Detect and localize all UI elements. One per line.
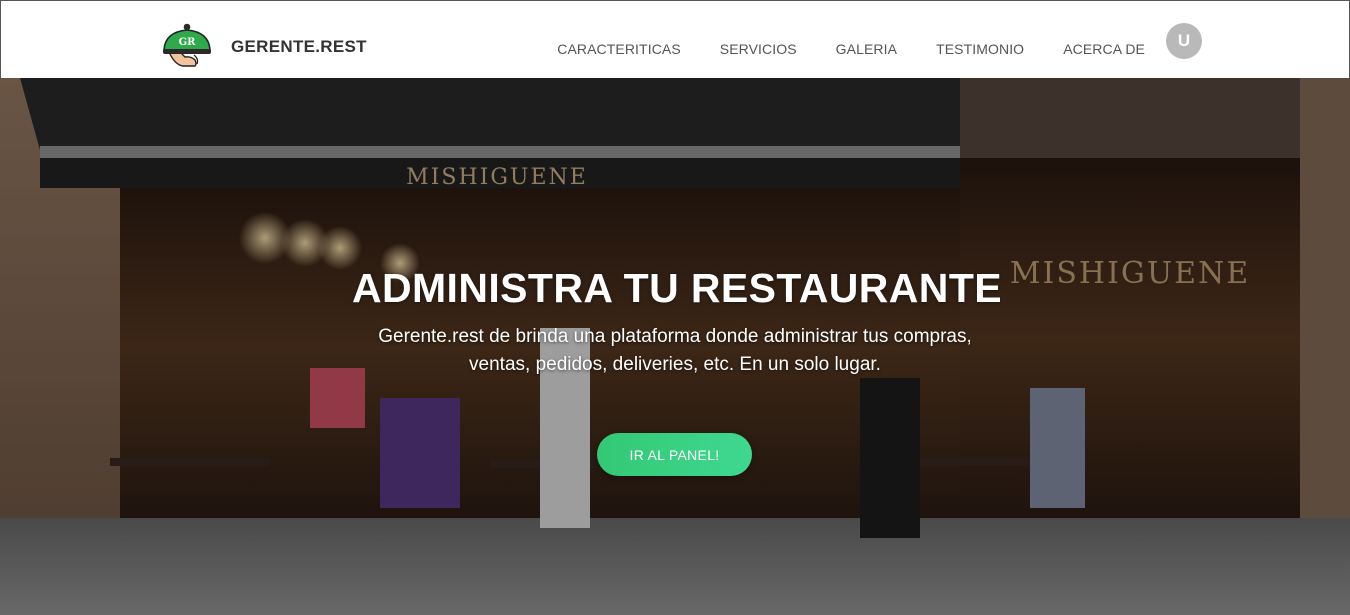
- hero-subtitle: Gerente.rest de brinda una plataforma do…: [378, 326, 972, 376]
- user-avatar[interactable]: U: [1166, 23, 1202, 59]
- nav-link-servicios[interactable]: SERVICIOS: [720, 23, 797, 57]
- hero-content: ADMINISTRA TU RESTAURANTE Gerente.rest d…: [0, 265, 1350, 379]
- hero-section: MISHIGUENE MISHIGUENE ADMINISTRA TU REST…: [0, 78, 1350, 615]
- nav-link-caracteristicas[interactable]: CARACTERITICAS: [557, 23, 681, 57]
- top-navbar: GR GERENTE.REST CARACTERITICAS SERVICIOS…: [0, 0, 1350, 78]
- nav-link-acerca-de[interactable]: ACERCA DE: [1063, 23, 1145, 57]
- nav-link-galeria[interactable]: GALERIA: [836, 23, 897, 57]
- svg-text:GR: GR: [179, 37, 197, 48]
- brand-name: GERENTE.REST: [231, 37, 367, 56]
- hero-title: ADMINISTRA TU RESTAURANTE: [351, 265, 1003, 311]
- brand-link[interactable]: GR GERENTE.REST: [161, 21, 367, 73]
- cloche-logo-icon: GR: [163, 23, 211, 67]
- nav-menu: CARACTERITICAS SERVICIOS GALERIA TESTIMO…: [557, 1, 1145, 79]
- nav-link-testimonio[interactable]: TESTIMONIO: [936, 23, 1024, 57]
- go-to-panel-button[interactable]: IR AL PANEL!: [597, 433, 752, 476]
